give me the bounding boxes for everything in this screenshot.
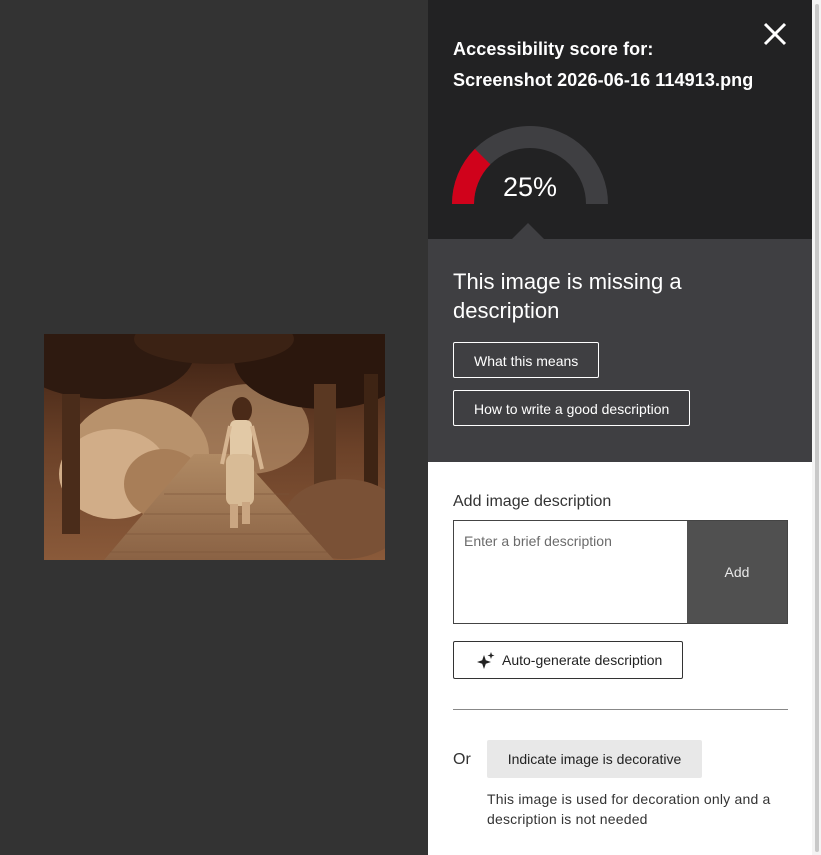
missing-description-notice: This image is missing a description What… [428,223,812,462]
what-this-means-button[interactable]: What this means [453,342,599,378]
auto-generate-button[interactable]: Auto-generate description [453,641,683,679]
decorative-note: This image is used for decoration only a… [487,791,771,827]
notice-title: This image is missing a description [453,269,682,323]
notice-pointer [512,223,544,239]
score-title-label: Accessibility score for: [453,39,654,59]
preview-photo [44,334,385,560]
how-to-write-button[interactable]: How to write a good description [453,390,690,426]
score-file-name: Screenshot 2026-06-16 114913.png [453,70,754,90]
description-input[interactable] [454,521,687,623]
image-preview-pane [0,0,428,855]
description-label: Add image description [453,493,612,510]
decorative-button[interactable]: Indicate image is decorative [487,740,702,778]
score-title: Accessibility score for: Screenshot 2026… [453,34,753,96]
sparkle-icon [477,652,495,669]
auto-generate-label: Auto-generate description [502,652,663,668]
description-field-group: Add [453,520,788,624]
score-header: Accessibility score for: Screenshot 2026… [428,0,812,239]
accessibility-panel: Accessibility score for: Screenshot 2026… [428,0,812,855]
close-icon [763,22,787,46]
accessibility-dialog: Accessibility score for: Screenshot 2026… [0,0,821,855]
or-label: Or [453,751,471,768]
divider [453,709,788,710]
score-percent: 25% [502,172,558,202]
close-button[interactable] [761,20,789,48]
add-description-button[interactable]: Add [687,521,787,623]
scrollbar-thumb-visual[interactable] [815,4,819,852]
